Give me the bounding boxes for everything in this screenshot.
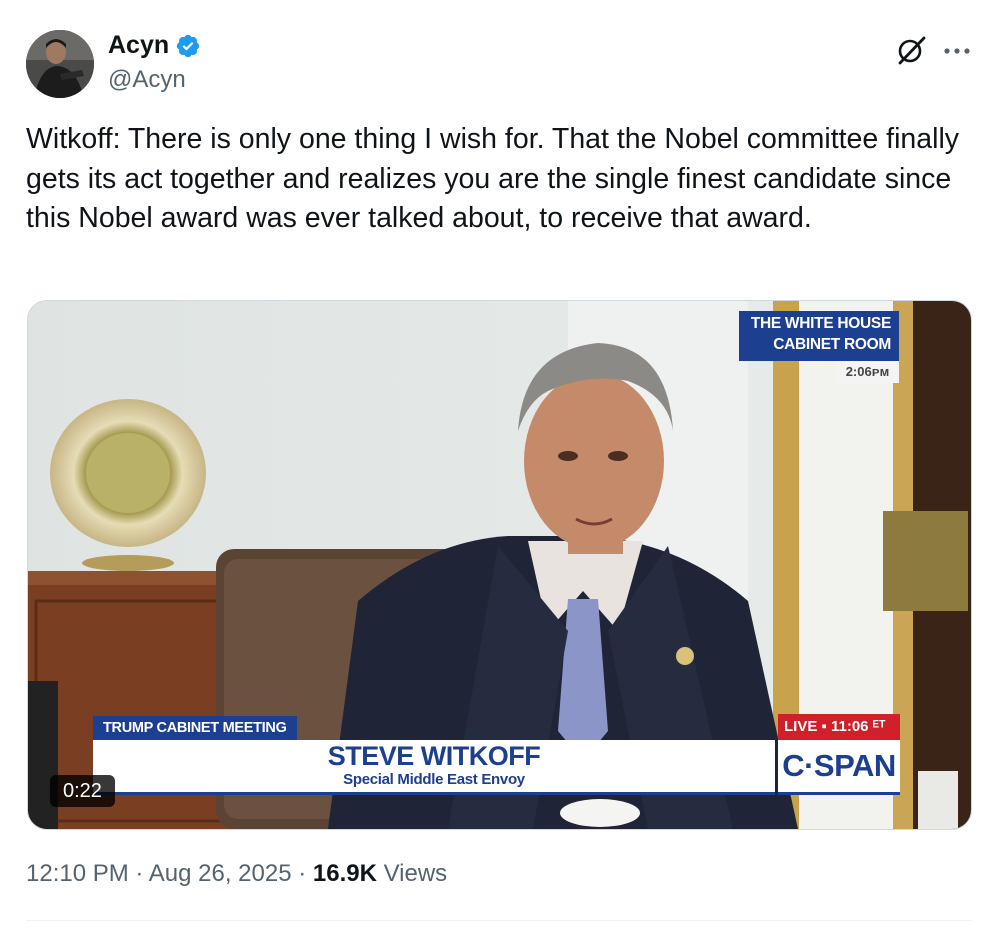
broadcast-time-bug: 2:06ᴘᴍ: [836, 361, 899, 383]
views-label: Views: [383, 860, 448, 887]
meta-separator: ·: [128, 860, 149, 887]
author-name-text[interactable]: Acyn: [108, 31, 169, 60]
views-count[interactable]: 16.9K: [313, 860, 377, 887]
video-player[interactable]: THE WHITE HOUSE CABINET ROOM 2:06ᴘᴍ TRUM…: [27, 300, 972, 830]
grok-icon[interactable]: [894, 33, 928, 67]
broadcast-location-bug: THE WHITE HOUSE CABINET ROOM: [739, 311, 899, 361]
more-dots-icon[interactable]: [940, 34, 974, 68]
author-display-name[interactable]: Acyn: [108, 31, 201, 60]
network-logo: C·SPAN: [778, 740, 900, 795]
divider: [26, 920, 972, 921]
author-handle[interactable]: @Acyn: [108, 66, 186, 94]
verified-badge-icon[interactable]: [175, 33, 201, 59]
meta-separator: ·: [291, 860, 313, 887]
live-indicator: LIVE ▪ 11:06 ᴱᵀ: [778, 714, 900, 740]
lower-third-name: STEVE WITKOFF: [327, 741, 541, 771]
tweet-metadata: 12:10 PM · Aug 26, 2025 · 16.9K Views: [26, 860, 447, 888]
bug-line-1: THE WHITE HOUSE: [750, 315, 891, 332]
video-duration-badge: 0:22: [50, 775, 115, 807]
tweet-date[interactable]: Aug 26, 2025: [149, 860, 292, 887]
avatar[interactable]: [26, 30, 94, 98]
bug-line-2: CABINET ROOM: [773, 336, 891, 353]
lower-third-bar: STEVE WITKOFF Special Middle East Envoy: [93, 740, 775, 795]
lower-third-title: Special Middle East Envoy: [343, 771, 525, 788]
tweet-time[interactable]: 12:10 PM: [26, 860, 129, 887]
lower-third-tag: TRUMP CABINET MEETING: [93, 716, 297, 740]
tweet-text: Witkoff: There is only one thing I wish …: [26, 123, 967, 234]
